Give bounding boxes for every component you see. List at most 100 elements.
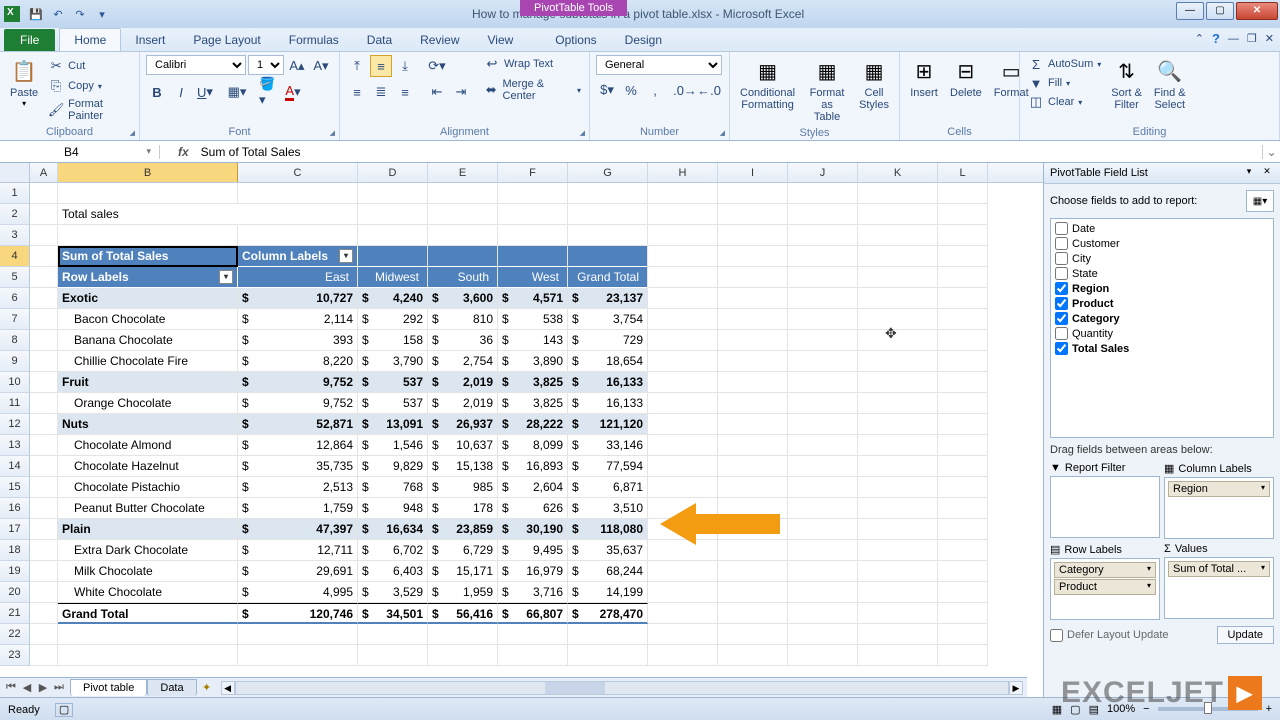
- cell[interactable]: [788, 582, 858, 603]
- close-button[interactable]: ✕: [1236, 2, 1278, 20]
- copy-button[interactable]: ⎘Copy▾: [46, 77, 133, 95]
- align-center-icon[interactable]: ≣: [370, 81, 392, 103]
- row-header[interactable]: 7: [0, 309, 30, 330]
- cell[interactable]: [648, 351, 718, 372]
- cell[interactable]: [30, 561, 58, 582]
- field-product[interactable]: Product: [1053, 296, 1271, 311]
- area-columns-dropzone[interactable]: Region▾: [1164, 477, 1274, 539]
- cell[interactable]: [858, 288, 938, 309]
- cell[interactable]: [30, 456, 58, 477]
- value-cell[interactable]: $35,637: [568, 540, 648, 561]
- field-total-sales[interactable]: Total Sales: [1053, 341, 1271, 356]
- cell[interactable]: [788, 477, 858, 498]
- column-header-D[interactable]: D: [358, 163, 428, 182]
- value-cell[interactable]: $36: [428, 330, 498, 351]
- borders-button[interactable]: ▦▾: [226, 81, 248, 103]
- field-chip[interactable]: Sum of Total ...▾: [1168, 561, 1270, 577]
- decrease-font-icon[interactable]: A▾: [310, 55, 332, 77]
- cell[interactable]: [858, 351, 938, 372]
- value-cell[interactable]: $4,995: [238, 582, 358, 603]
- cell[interactable]: [648, 267, 718, 288]
- save-icon[interactable]: 💾: [26, 4, 46, 24]
- tab-design[interactable]: Design: [611, 29, 676, 51]
- area-rows-dropzone[interactable]: Category▾Product▾: [1050, 558, 1160, 620]
- cell[interactable]: [58, 183, 238, 204]
- decrease-indent-icon[interactable]: ⇤: [426, 81, 448, 103]
- row-label[interactable]: Nuts: [58, 414, 238, 435]
- value-cell[interactable]: $2,513: [238, 477, 358, 498]
- fx-icon[interactable]: fx: [172, 145, 195, 159]
- cell[interactable]: [568, 183, 648, 204]
- help-icon[interactable]: ?: [1212, 31, 1220, 46]
- cell[interactable]: [648, 561, 718, 582]
- value-cell[interactable]: $18,654: [568, 351, 648, 372]
- cell[interactable]: [568, 624, 648, 645]
- cell[interactable]: [718, 582, 788, 603]
- cell[interactable]: [788, 309, 858, 330]
- worksheet-grid[interactable]: 12Total sales34Sum of Total SalesColumn …: [0, 183, 1027, 697]
- field-list-layout-button[interactable]: ▦▾: [1246, 190, 1274, 212]
- value-cell[interactable]: $3,890: [498, 351, 568, 372]
- cell[interactable]: [648, 246, 718, 267]
- row-label[interactable]: White Chocolate: [58, 582, 238, 603]
- row-label[interactable]: Banana Chocolate: [58, 330, 238, 351]
- cell[interactable]: [568, 225, 648, 246]
- cell[interactable]: [858, 246, 938, 267]
- column-header-E[interactable]: E: [428, 163, 498, 182]
- cell[interactable]: [648, 309, 718, 330]
- cell[interactable]: [788, 183, 858, 204]
- cell[interactable]: [30, 288, 58, 309]
- cell[interactable]: [718, 246, 788, 267]
- value-cell[interactable]: $47,397: [238, 519, 358, 540]
- cell[interactable]: [498, 225, 568, 246]
- grand-total[interactable]: $66,807: [498, 603, 568, 624]
- cell[interactable]: [858, 183, 938, 204]
- cell[interactable]: [498, 204, 568, 225]
- value-cell[interactable]: $810: [428, 309, 498, 330]
- cell[interactable]: [358, 645, 428, 666]
- field-checklist[interactable]: DateCustomerCityStateRegionProductCatego…: [1050, 218, 1274, 438]
- cell[interactable]: [718, 435, 788, 456]
- cell[interactable]: [30, 183, 58, 204]
- sheet-tab-pivot[interactable]: Pivot table: [70, 679, 147, 696]
- delete-cells-button[interactable]: ⊟Delete: [946, 55, 986, 101]
- cell[interactable]: [938, 435, 988, 456]
- cell[interactable]: [938, 645, 988, 666]
- value-cell[interactable]: $9,495: [498, 540, 568, 561]
- italic-button[interactable]: I: [170, 81, 192, 103]
- last-sheet-icon[interactable]: ⏭: [52, 681, 66, 694]
- align-bottom-icon[interactable]: ⤓: [394, 55, 416, 77]
- value-cell[interactable]: $1,959: [428, 582, 498, 603]
- cell[interactable]: [938, 477, 988, 498]
- value-cell[interactable]: $768: [358, 477, 428, 498]
- value-cell[interactable]: $2,019: [428, 393, 498, 414]
- cell[interactable]: [718, 330, 788, 351]
- value-cell[interactable]: $537: [358, 393, 428, 414]
- cell[interactable]: [648, 204, 718, 225]
- cell[interactable]: [858, 624, 938, 645]
- cell[interactable]: [30, 645, 58, 666]
- column-header-B[interactable]: B: [58, 163, 238, 182]
- zoom-out-icon[interactable]: −: [1143, 703, 1149, 715]
- cell[interactable]: [788, 267, 858, 288]
- fill-button[interactable]: ▼Fill▾: [1026, 74, 1103, 92]
- row-label[interactable]: Plain: [58, 519, 238, 540]
- cell[interactable]: [788, 225, 858, 246]
- column-header-H[interactable]: H: [648, 163, 718, 182]
- cell[interactable]: [648, 645, 718, 666]
- row-label[interactable]: Chocolate Almond: [58, 435, 238, 456]
- cell-styles-button[interactable]: ▦Cell Styles: [855, 55, 893, 113]
- cell[interactable]: [858, 519, 938, 540]
- column-header-A[interactable]: A: [30, 163, 58, 182]
- value-cell[interactable]: $292: [358, 309, 428, 330]
- view-pagebreak-icon[interactable]: ▤: [1089, 703, 1099, 716]
- underline-button[interactable]: U▾: [194, 81, 216, 103]
- value-cell[interactable]: $16,979: [498, 561, 568, 582]
- cell[interactable]: [858, 435, 938, 456]
- value-cell[interactable]: $23,137: [568, 288, 648, 309]
- cell[interactable]: [30, 204, 58, 225]
- column-header-L[interactable]: L: [938, 163, 988, 182]
- cell[interactable]: [858, 456, 938, 477]
- cell[interactable]: [58, 225, 238, 246]
- sort-filter-button[interactable]: ⇅Sort & Filter: [1107, 55, 1146, 113]
